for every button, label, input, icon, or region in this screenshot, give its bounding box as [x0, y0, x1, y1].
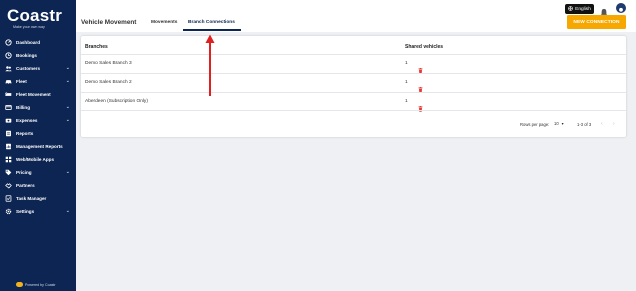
column-header-branches: Branches [85, 44, 108, 50]
column-header-shared-vehicles: Shared vehicles [405, 44, 444, 50]
sidebar-item-dashboard[interactable]: Dashboard [0, 36, 76, 49]
sidebar-item-label: Settings [16, 209, 35, 214]
new-connection-button[interactable]: NEW CONNECTION [567, 15, 626, 29]
car-icon [5, 78, 12, 85]
sidebar-item-bookings[interactable]: Bookings [0, 49, 76, 62]
tab-branch-connections[interactable]: Branch Connections [188, 20, 235, 25]
logo-wordmark: Coastr [7, 6, 63, 25]
sidebar-item-label: Fleet Movement [16, 92, 51, 97]
sidebar-item-pricing[interactable]: Pricing ⌄ [0, 166, 76, 179]
pricing-tag-icon [5, 169, 12, 176]
chevron-down-icon: ⌄ [65, 117, 70, 123]
management-reports-icon [5, 143, 12, 150]
partners-icon [5, 182, 12, 189]
sidebar-item-management-reports[interactable]: Management Reports [0, 140, 76, 153]
row-divider [81, 110, 626, 111]
tab-movements[interactable]: Movements [151, 20, 177, 25]
pagination-range: 1-3 of 3 [577, 122, 592, 127]
billing-icon [5, 104, 12, 111]
apps-icon [5, 156, 12, 163]
customers-icon [5, 65, 12, 72]
sidebar-item-label: Bookings [16, 53, 37, 58]
sidebar-item-label: Expenses [16, 118, 38, 123]
row-divider [81, 92, 626, 93]
delete-icon[interactable] [418, 80, 423, 93]
sidebar-item-fleet-movement[interactable]: Fleet Movement [0, 88, 76, 101]
page-title: Vehicle Movement [81, 19, 137, 26]
chevron-down-icon: ⌄ [65, 65, 70, 71]
language-button[interactable]: English [565, 4, 594, 14]
sidebar-nav: Dashboard Bookings Customers ⌄ Fleet ⌄ F… [0, 36, 76, 218]
user-avatar[interactable] [616, 3, 626, 13]
red-arrow-annotation [205, 34, 215, 96]
sidebar-item-expenses[interactable]: Expenses ⌄ [0, 114, 76, 127]
sidebar-item-label: Management Reports [16, 144, 63, 149]
reports-icon [5, 130, 12, 137]
sidebar-item-label: Task Manager [16, 196, 47, 201]
branch-name: Demo Sales Branch 2 [85, 80, 132, 85]
globe-icon [568, 5, 573, 13]
caret-down-icon: ▾ [561, 121, 564, 126]
fleet-movement-icon [5, 91, 12, 98]
sidebar-item-label: Fleet [16, 79, 27, 84]
chevron-down-icon: ⌄ [65, 208, 70, 214]
row-divider [81, 73, 626, 74]
branch-name: Demo Sales Branch 3 [85, 61, 132, 66]
sidebar: Coastr Make your own way Dashboard Booki… [0, 0, 76, 291]
delete-icon[interactable] [418, 99, 423, 112]
language-label: English [575, 6, 591, 12]
sidebar-item-settings[interactable]: Settings ⌄ [0, 205, 76, 218]
rows-per-page-value: 10 [554, 121, 559, 126]
top-bar [76, 0, 636, 16]
delete-icon[interactable] [418, 61, 423, 74]
rows-per-page-select[interactable]: 10 ▾ [554, 121, 564, 126]
coastr-logo[interactable]: Coastr Make your own way [7, 6, 69, 32]
sidebar-item-label: Customers [16, 66, 40, 71]
rows-per-page-label: Rows per page: [520, 122, 550, 127]
powered-by-text: Powered by Coastr [25, 282, 56, 287]
sidebar-item-label: Reports [16, 131, 34, 136]
active-tab-indicator [183, 29, 241, 31]
sidebar-item-web-mobile-apps[interactable]: Web/Mobile Apps [0, 153, 76, 166]
shared-vehicles-count: 1 [405, 99, 408, 104]
sidebar-item-billing[interactable]: Billing ⌄ [0, 101, 76, 114]
branch-connections-table: Branches Shared vehicles Demo Sales Bran… [81, 36, 626, 137]
chevron-down-icon: ⌄ [65, 104, 70, 110]
sidebar-item-label: Web/Mobile Apps [16, 157, 55, 162]
sidebar-item-customers[interactable]: Customers ⌄ [0, 62, 76, 75]
expenses-icon [5, 117, 12, 124]
notifications-bell-icon[interactable] [600, 4, 608, 17]
sidebar-item-label: Billing [16, 105, 31, 110]
sidebar-item-label: Dashboard [16, 40, 40, 45]
bookings-icon [5, 52, 12, 59]
shared-vehicles-count: 1 [405, 61, 408, 66]
gear-icon [5, 208, 12, 215]
next-page-icon[interactable]: › [613, 121, 615, 127]
sidebar-item-task-manager[interactable]: Task Manager [0, 192, 76, 205]
sidebar-item-fleet[interactable]: Fleet ⌄ [0, 75, 76, 88]
branch-name: Aberdeen (Subscription Only) [85, 99, 148, 104]
previous-page-icon[interactable]: ‹ [601, 121, 603, 127]
chevron-down-icon: ⌄ [65, 169, 70, 175]
sidebar-item-label: Pricing [16, 170, 32, 175]
shared-vehicles-count: 1 [405, 80, 408, 85]
chevron-down-icon: ⌄ [65, 78, 70, 84]
powered-by-badge: Powered by Coastr [16, 282, 56, 287]
sidebar-item-label: Partners [16, 183, 35, 188]
page-header: Vehicle Movement Movements Branch Connec… [76, 16, 636, 32]
powered-by-logo-icon [16, 282, 23, 287]
logo-tagline: Make your own way [13, 25, 45, 29]
sidebar-item-reports[interactable]: Reports [0, 127, 76, 140]
task-manager-icon [5, 195, 12, 202]
sidebar-item-partners[interactable]: Partners [0, 179, 76, 192]
header-divider [81, 54, 626, 55]
dashboard-icon [5, 39, 12, 46]
